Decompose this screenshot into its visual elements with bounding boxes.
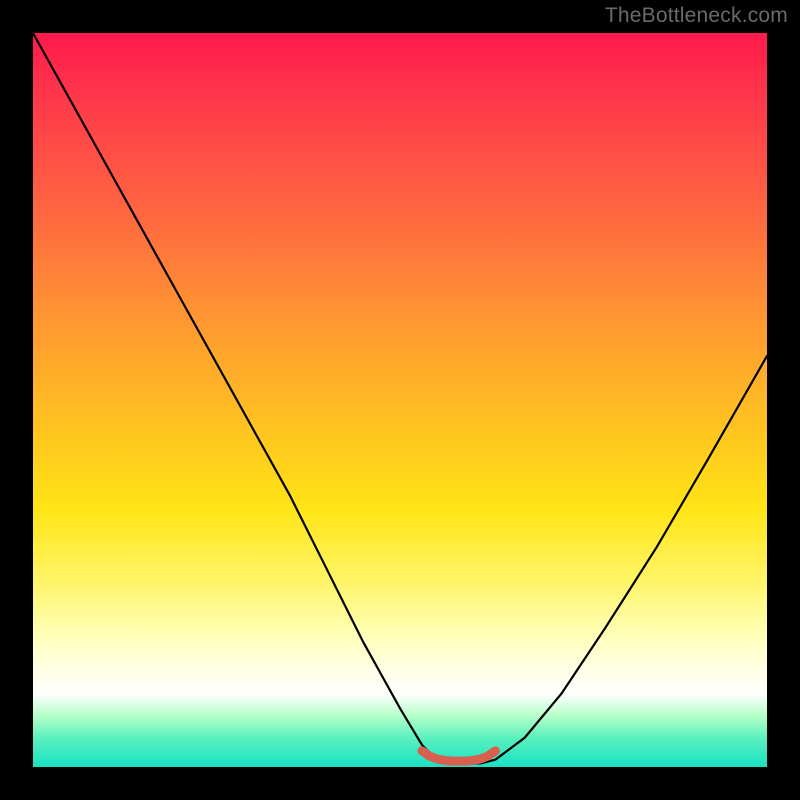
curve-layer — [33, 33, 767, 767]
bottleneck-curve — [33, 33, 767, 764]
plot-area — [33, 33, 767, 767]
optimal-band — [422, 751, 495, 761]
watermark-text: TheBottleneck.com — [605, 4, 788, 28]
chart-frame: TheBottleneck.com — [0, 0, 800, 800]
